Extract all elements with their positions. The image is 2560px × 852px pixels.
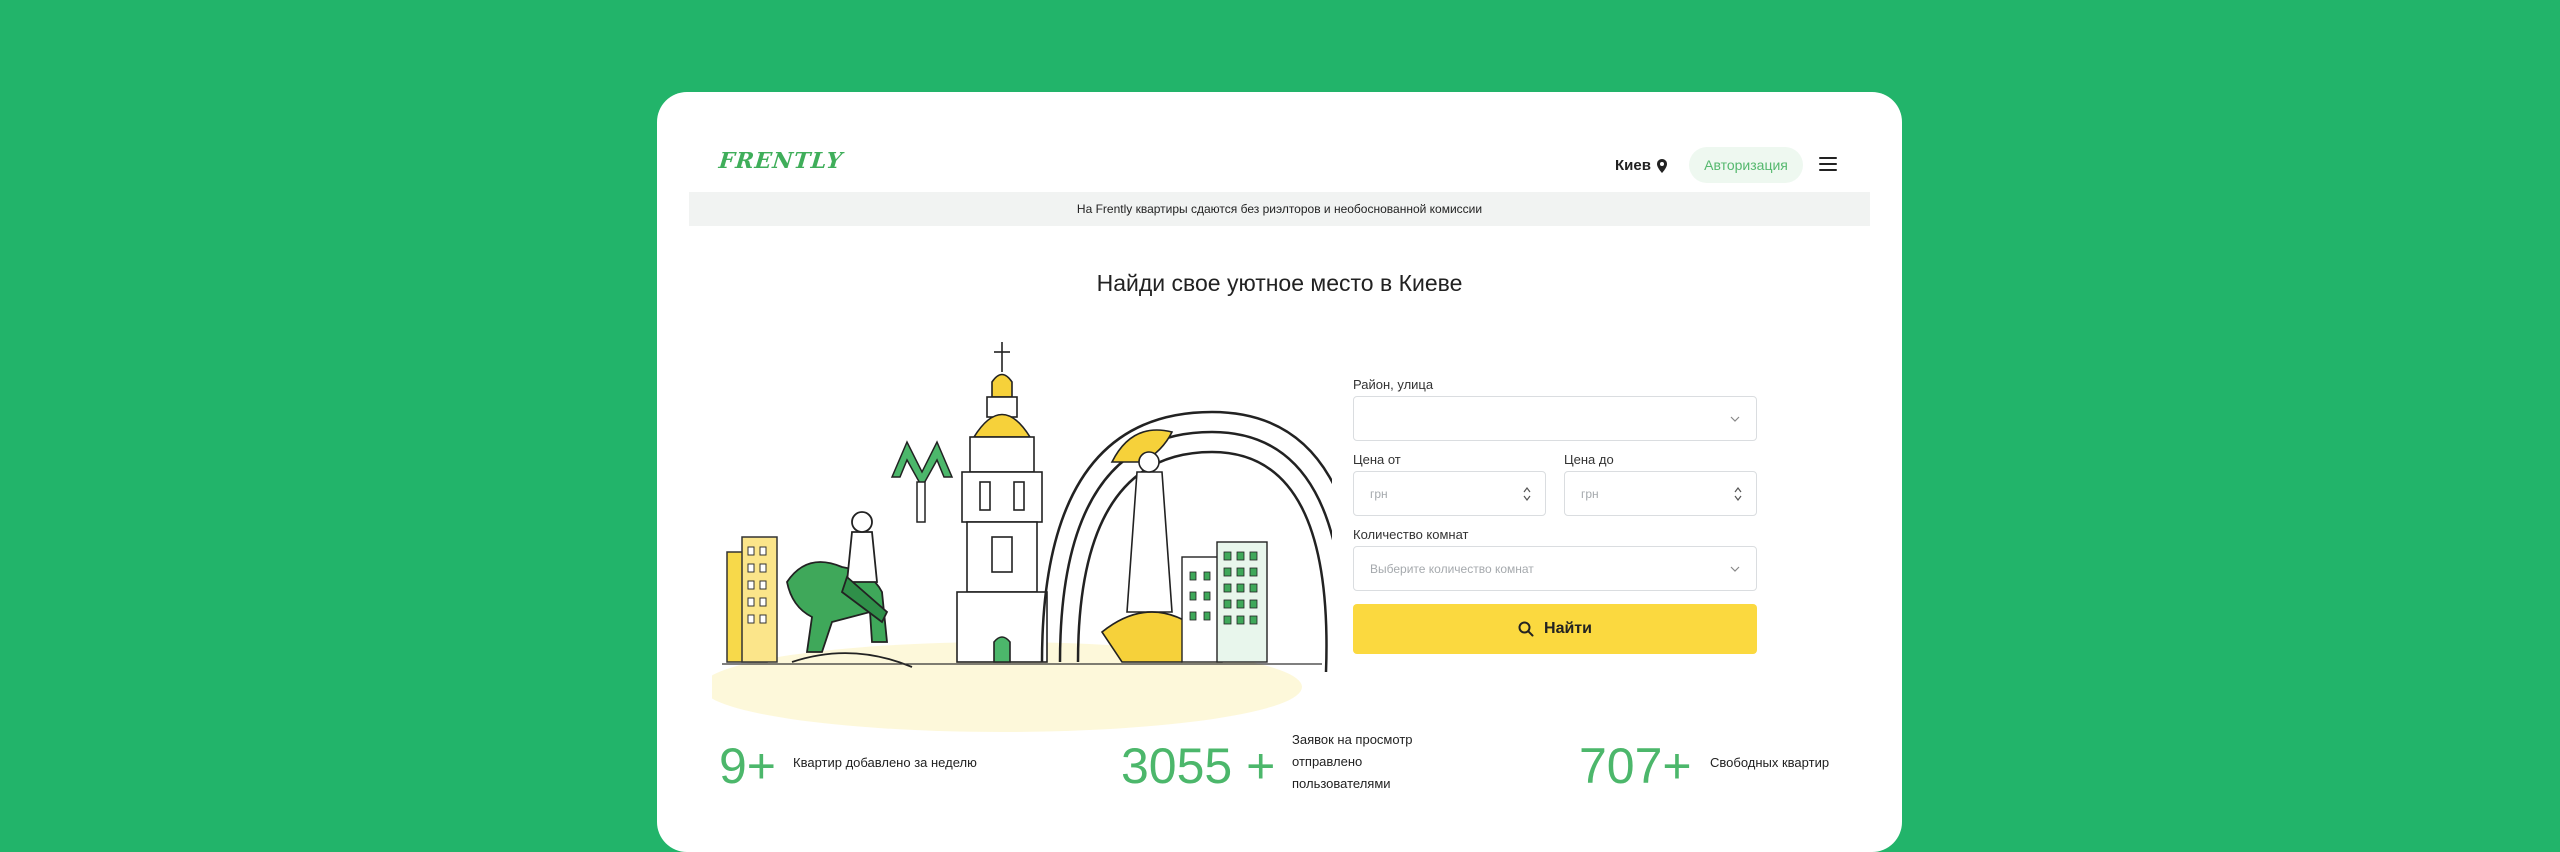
price-to-placeholder: грн — [1581, 486, 1599, 501]
city-selector[interactable]: Киев — [1615, 157, 1667, 174]
search-submit-button[interactable]: Найти — [1353, 604, 1757, 654]
stat-text-line: пользователями — [1292, 776, 1391, 791]
search-icon — [1518, 621, 1534, 637]
price-from-input[interactable]: грн — [1353, 471, 1546, 516]
price-to-input[interactable]: грн — [1564, 471, 1757, 516]
stat-text-line: Свободных квартир — [1710, 755, 1830, 770]
price-from-label: Цена от — [1353, 452, 1401, 467]
stat-text-requests: Заявок на просмотр отправлено пользовате… — [1292, 729, 1413, 795]
number-stepper-icon[interactable] — [1734, 486, 1742, 502]
number-stepper-icon[interactable] — [1523, 486, 1531, 502]
chevron-down-icon — [1730, 416, 1740, 422]
rooms-label: Количество комнат — [1353, 527, 1469, 542]
frently-logo[interactable]: FRENTLY — [718, 148, 845, 174]
main-card: FRENTLY Киев Авторизация На Frently квар… — [657, 92, 1902, 852]
stat-text-weekly: Квартир добавлено за неделю — [793, 752, 977, 774]
district-select[interactable] — [1353, 396, 1757, 441]
price-to-label: Цена до — [1564, 452, 1614, 467]
city-name: Киев — [1615, 157, 1651, 174]
banner-text: На Frently квартиры сдаются без риэлторо… — [1076, 202, 1483, 216]
site-header: FRENTLY Киев Авторизация — [657, 92, 1902, 192]
stat-text-line: отправлено — [1292, 754, 1363, 769]
stat-text-line: Заявок на просмотр — [1292, 732, 1413, 747]
stat-text-line: Квартир добавлено за неделю — [793, 755, 977, 770]
hamburger-menu-icon[interactable] — [1819, 157, 1837, 171]
no-commission-banner: На Frently квартиры сдаются без риэлторо… — [689, 192, 1870, 226]
search-button-label: Найти — [1544, 620, 1592, 637]
location-pin-icon — [1656, 158, 1667, 173]
kyiv-illustration — [712, 342, 1332, 732]
horse-rider-statue — [786, 511, 913, 668]
rooms-placeholder: Выберите количество комнат — [1370, 561, 1534, 576]
stat-number-requests: 3055 + — [1121, 738, 1276, 794]
hero-title: Найди свое уютное место в Киеве — [1096, 270, 1463, 296]
chevron-down-icon — [1730, 566, 1740, 572]
login-button[interactable]: Авторизация — [1689, 147, 1803, 183]
green-buildings-right — [1181, 541, 1268, 663]
rooms-select[interactable]: Выберите количество комнат — [1353, 546, 1757, 591]
stat-number-weekly: 9+ — [719, 738, 777, 794]
district-label: Район, улица — [1353, 377, 1434, 392]
price-from-placeholder: грн — [1370, 486, 1388, 501]
stat-text-free: Свободных квартир — [1710, 752, 1829, 774]
bell-tower — [956, 342, 1048, 663]
metro-logo — [890, 440, 954, 523]
stat-number-free: 707+ — [1579, 738, 1692, 794]
yellow-building-left — [726, 536, 778, 663]
